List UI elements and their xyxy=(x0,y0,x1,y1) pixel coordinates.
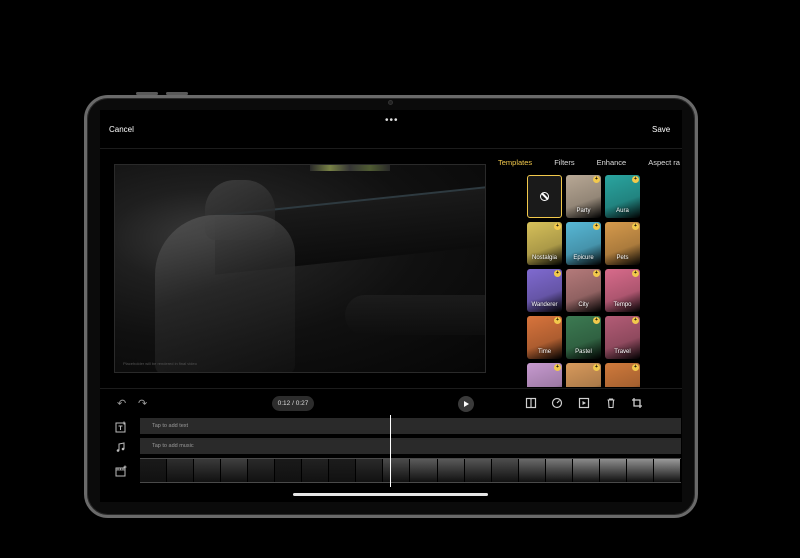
add-music-icon[interactable] xyxy=(115,440,127,452)
preview-caption: Placeholder will be rendered in final vi… xyxy=(123,361,197,366)
crop-icon[interactable] xyxy=(631,396,643,408)
tab-aspect-ratio[interactable]: Aspect ra xyxy=(648,158,680,167)
template-tile-aura[interactable]: + Aura xyxy=(605,175,640,218)
add-text-icon[interactable] xyxy=(115,420,127,433)
video-track[interactable] xyxy=(140,458,681,483)
premium-badge-icon: + xyxy=(593,364,600,371)
premium-badge-icon: + xyxy=(554,317,561,324)
split-icon[interactable] xyxy=(525,396,537,409)
template-label: Nostalgia xyxy=(531,255,557,261)
film-frame xyxy=(410,459,438,482)
redo-icon[interactable]: ↷ xyxy=(138,397,147,410)
no-symbol-icon xyxy=(540,192,549,201)
film-frame xyxy=(140,459,168,482)
template-tile-tempo[interactable]: + Tempo xyxy=(605,269,640,312)
film-frame xyxy=(275,459,303,482)
controls-divider xyxy=(100,388,682,389)
tab-enhance[interactable]: Enhance xyxy=(597,158,627,167)
template-label: City xyxy=(578,302,589,308)
template-tile-travel[interactable]: + Travel xyxy=(605,316,640,359)
template-tile-pets[interactable]: + Pets xyxy=(605,222,640,265)
template-label: Travel xyxy=(614,349,631,355)
delete-icon[interactable] xyxy=(605,396,617,409)
film-frame xyxy=(518,459,546,482)
premium-badge-icon: + xyxy=(593,270,600,277)
film-frame xyxy=(356,459,384,482)
film-frame xyxy=(653,459,681,482)
film-frame xyxy=(221,459,249,482)
film-frame xyxy=(302,459,330,482)
film-frame xyxy=(464,459,492,482)
template-label: Pastel xyxy=(575,349,592,355)
film-frame xyxy=(167,459,195,482)
ambient-lights xyxy=(310,165,390,171)
template-tile-epicure[interactable]: + Epicure xyxy=(566,222,601,265)
template-tile-nostalgia[interactable]: + Nostalgia xyxy=(527,222,562,265)
tab-templates[interactable]: Templates xyxy=(498,158,532,167)
template-label: Epicure xyxy=(573,255,594,261)
template-tile-more3[interactable]: + xyxy=(605,363,640,387)
template-tile-none[interactable] xyxy=(527,175,562,218)
template-tile-pastel[interactable]: + Pastel xyxy=(566,316,601,359)
film-frame xyxy=(383,459,411,482)
template-tile-time[interactable]: + Time xyxy=(527,316,562,359)
film-frame xyxy=(626,459,654,482)
home-indicator xyxy=(293,493,488,496)
replace-icon[interactable] xyxy=(578,396,590,409)
premium-badge-icon: + xyxy=(632,317,639,324)
film-frame xyxy=(545,459,573,482)
tab-filters[interactable]: Filters xyxy=(554,158,574,167)
front-camera xyxy=(388,100,393,105)
premium-badge-icon: + xyxy=(632,270,639,277)
film-frame xyxy=(248,459,276,482)
template-tile-party[interactable]: + Party xyxy=(566,175,601,218)
seat-shape xyxy=(155,215,295,372)
template-label: Wanderer xyxy=(531,302,558,308)
premium-badge-icon: + xyxy=(554,223,561,230)
template-tile-city[interactable]: + City xyxy=(566,269,601,312)
film-frame xyxy=(194,459,222,482)
music-track[interactable]: Tap to add music xyxy=(140,438,681,454)
console-shape xyxy=(345,295,485,335)
templates-grid: + Party + Aura + Nostalgia + Epicure + Pets + Wande… xyxy=(527,175,643,387)
template-label: Time xyxy=(537,349,552,355)
cancel-button[interactable]: Cancel xyxy=(109,125,134,134)
premium-badge-icon: + xyxy=(632,364,639,371)
speed-icon[interactable] xyxy=(551,396,563,409)
top-divider xyxy=(100,148,682,149)
time-indicator: 0:12 / 0:27 xyxy=(272,396,314,411)
film-frame xyxy=(437,459,465,482)
premium-badge-icon: + xyxy=(554,364,561,371)
template-label: Party xyxy=(576,208,591,214)
film-frame xyxy=(572,459,600,482)
add-clip-icon[interactable] xyxy=(115,464,127,477)
template-label: Aura xyxy=(616,208,629,214)
premium-badge-icon: + xyxy=(593,223,600,230)
premium-badge-icon: + xyxy=(593,317,600,324)
premium-badge-icon: + xyxy=(632,223,639,230)
video-preview[interactable]: Placeholder will be rendered in final vi… xyxy=(114,164,486,373)
template-label: Pets xyxy=(616,255,629,261)
film-frame xyxy=(599,459,627,482)
undo-icon[interactable]: ↶ xyxy=(117,397,126,410)
template-tile-wanderer[interactable]: + Wanderer xyxy=(527,269,562,312)
film-frame xyxy=(491,459,519,482)
template-label: Tempo xyxy=(613,302,632,308)
playhead[interactable] xyxy=(390,415,391,487)
film-frame xyxy=(329,459,357,482)
premium-badge-icon: + xyxy=(632,176,639,183)
save-button[interactable]: Save xyxy=(652,125,670,134)
more-options-icon[interactable]: ••• xyxy=(385,115,399,126)
play-icon[interactable] xyxy=(458,396,474,412)
premium-badge-icon: + xyxy=(554,270,561,277)
tab-bar: Templates Filters Enhance Aspect ra xyxy=(498,156,682,170)
premium-badge-icon: + xyxy=(593,176,600,183)
text-track[interactable]: Tap to add text xyxy=(140,418,681,434)
template-tile-more1[interactable]: + xyxy=(527,363,562,387)
template-tile-more2[interactable]: + xyxy=(566,363,601,387)
